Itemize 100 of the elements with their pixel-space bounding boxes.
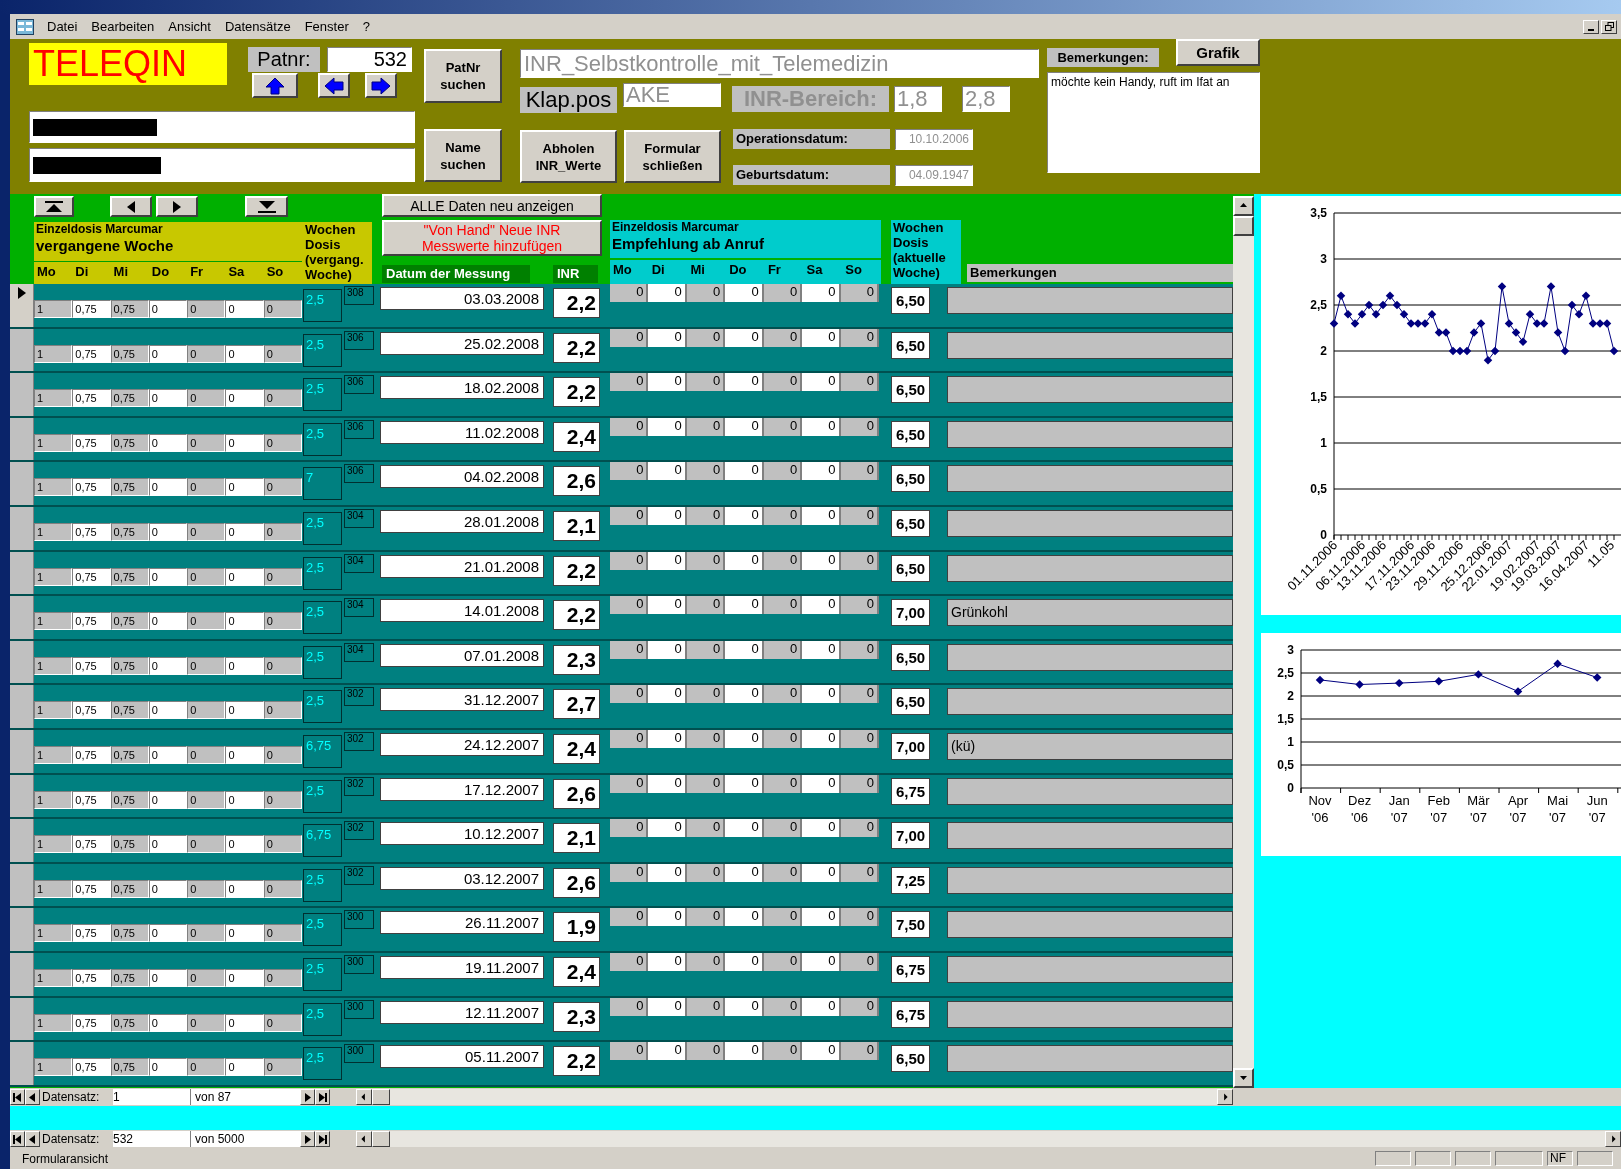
first-record-button[interactable]	[10, 1131, 25, 1147]
remark-field[interactable]	[947, 822, 1233, 850]
scroll-thumb[interactable]	[372, 1131, 390, 1147]
remark-field[interactable]	[947, 420, 1233, 448]
dose-field[interactable]: 0,75	[110, 879, 149, 898]
dose-field[interactable]: 0	[187, 968, 226, 987]
vertical-scrollbar[interactable]	[1233, 196, 1254, 1088]
dose-field[interactable]: 0,75	[72, 389, 111, 408]
remark-field[interactable]	[947, 643, 1233, 671]
dose-field[interactable]: 0	[148, 478, 188, 497]
weekly-dose-field[interactable]: 2,5	[303, 378, 342, 412]
dose-field[interactable]: 1	[34, 1013, 73, 1032]
previous-record-button[interactable]	[25, 1131, 40, 1147]
dose-field[interactable]: 0	[263, 656, 302, 675]
dose-field[interactable]: 0,75	[110, 968, 149, 987]
dose-field[interactable]: 0	[148, 433, 188, 452]
next-record-button[interactable]	[300, 1131, 315, 1147]
dose-field[interactable]: 0	[187, 835, 226, 854]
dose-field[interactable]: 0	[802, 462, 841, 481]
dose-field[interactable]: 0	[263, 522, 302, 541]
dose-field[interactable]: 0	[225, 835, 264, 854]
dose-field[interactable]: 0	[648, 284, 687, 302]
week-number-field[interactable]: 304	[344, 553, 374, 573]
date-field[interactable]: 11.02.2008	[380, 420, 544, 444]
dose-field[interactable]: 0	[148, 701, 188, 720]
dose-field[interactable]: 0,75	[110, 835, 149, 854]
dose-field[interactable]: 0	[840, 373, 879, 392]
dose-field[interactable]: 0	[263, 790, 302, 809]
dose-field[interactable]: 0	[263, 433, 302, 452]
date-field[interactable]: 10.12.2007	[380, 822, 544, 846]
week-number-field[interactable]: 304	[344, 508, 374, 528]
dose-field[interactable]: 0	[187, 300, 226, 318]
week-number-field[interactable]: 304	[344, 642, 374, 662]
remark-field[interactable]	[947, 777, 1233, 805]
dose-field[interactable]: 0	[840, 1042, 879, 1061]
inr-field[interactable]: 2,2	[553, 555, 600, 586]
dose-field[interactable]: 0	[648, 462, 687, 481]
dose-field[interactable]: 0,75	[110, 344, 149, 363]
dose-field[interactable]: 0	[686, 685, 726, 704]
week-number-field[interactable]: 306	[344, 330, 374, 350]
remark-field[interactable]	[947, 376, 1233, 404]
remark-field[interactable]	[947, 688, 1233, 716]
menu-item[interactable]: Datei	[40, 19, 85, 34]
dose-field[interactable]: 0	[187, 522, 226, 541]
week-number-field[interactable]: 302	[344, 776, 374, 796]
inr-field[interactable]: 2,6	[553, 778, 600, 809]
dose-field[interactable]: 0,75	[110, 478, 149, 497]
weekly-dose-field[interactable]: 2,5	[303, 333, 342, 367]
remark-field[interactable]	[947, 465, 1233, 493]
dose-field[interactable]: 0	[187, 1058, 226, 1077]
weekly-dose-field[interactable]: 6,75	[303, 734, 342, 768]
week-number-field[interactable]: 300	[344, 999, 374, 1019]
remarks-field[interactable]: möchte kein Handy, ruft im Ifat an	[1047, 72, 1260, 173]
inr-field[interactable]: 2,6	[553, 867, 600, 898]
chart-button[interactable]: Grafik	[1176, 39, 1260, 66]
scroll-thumb[interactable]	[372, 1089, 390, 1105]
dose-field[interactable]: 0	[225, 701, 264, 720]
dose-field[interactable]: 0,75	[72, 567, 111, 586]
dose-field[interactable]: 1	[34, 745, 73, 764]
dose-field[interactable]: 0	[148, 522, 188, 541]
dose-field[interactable]: 0	[763, 284, 803, 302]
dose-field[interactable]: 1	[34, 300, 73, 318]
remark-field[interactable]	[947, 331, 1233, 359]
dose-field[interactable]: 0	[263, 300, 302, 318]
dose-field[interactable]: 0,75	[110, 612, 149, 631]
dose-field[interactable]: 1	[34, 790, 73, 809]
previous-record-button[interactable]	[25, 1089, 40, 1105]
dose-field[interactable]: 0	[802, 908, 841, 927]
dose-field[interactable]: 0,75	[72, 433, 111, 452]
dose-field[interactable]: 0	[263, 567, 302, 586]
dose-field[interactable]: 0	[187, 924, 226, 943]
remark-field[interactable]: (kü)	[947, 732, 1233, 760]
dose-field[interactable]: 0	[187, 745, 226, 764]
weekly-dose-field[interactable]: 6,50	[891, 376, 930, 404]
dose-field[interactable]: 0	[225, 1013, 264, 1032]
weekly-dose-field[interactable]: 2,5	[303, 422, 342, 456]
first-record-button[interactable]	[10, 1089, 25, 1105]
dose-field[interactable]: 0,75	[110, 745, 149, 764]
minimize-button[interactable]	[1583, 19, 1599, 34]
week-number-field[interactable]: 300	[344, 954, 374, 974]
dose-field[interactable]: 0	[148, 300, 188, 318]
inr-field[interactable]: 2,2	[553, 288, 600, 318]
dose-field[interactable]: 0	[802, 685, 841, 704]
remark-field[interactable]	[947, 1000, 1233, 1028]
dose-field[interactable]: 1	[34, 701, 73, 720]
dose-field[interactable]: 1	[34, 522, 73, 541]
dose-field[interactable]: 0	[686, 908, 726, 927]
dose-field[interactable]: 0	[725, 596, 764, 615]
dose-field[interactable]: 0	[187, 612, 226, 631]
patnr-field[interactable]: 532	[327, 47, 412, 72]
dose-field[interactable]: 0,75	[72, 344, 111, 363]
record-selector[interactable]	[10, 284, 34, 327]
remark-field[interactable]	[947, 866, 1233, 894]
dose-field[interactable]: 0,75	[72, 745, 111, 764]
dose-field[interactable]: 0	[148, 567, 188, 586]
dose-field[interactable]: 0	[648, 596, 687, 615]
inr-field[interactable]: 2,2	[553, 377, 600, 408]
dose-field[interactable]: 1	[34, 835, 73, 854]
dose-field[interactable]: 0	[725, 1042, 764, 1061]
dose-field[interactable]: 0	[648, 1042, 687, 1061]
